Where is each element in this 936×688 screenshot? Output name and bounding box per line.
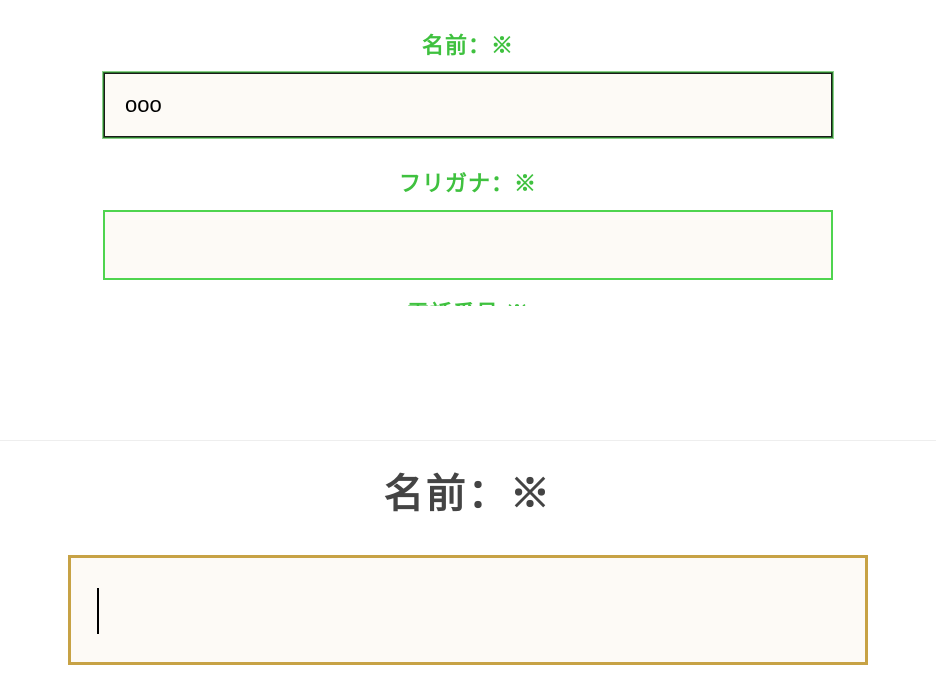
phone-label-partial-wrap: 電話番号 ※ (0, 296, 936, 306)
form-top-section: 名前：※ フリガナ：※ 電話番号 ※ (0, 0, 936, 322)
name-input[interactable] (103, 72, 833, 138)
name-input-large[interactable] (68, 555, 868, 665)
furigana-label: フリガナ：※ (0, 166, 936, 198)
name-label-large: 名前：※ (0, 461, 936, 519)
field-group-furigana: フリガナ：※ (0, 166, 936, 280)
text-cursor-icon (97, 588, 99, 634)
section-gap (0, 322, 936, 440)
form-bottom-section: 名前：※ (0, 440, 936, 665)
phone-label-partial: 電話番号 ※ (0, 296, 936, 306)
furigana-input[interactable] (103, 210, 833, 280)
name-label: 名前：※ (0, 28, 936, 60)
field-group-name: 名前：※ (0, 28, 936, 138)
